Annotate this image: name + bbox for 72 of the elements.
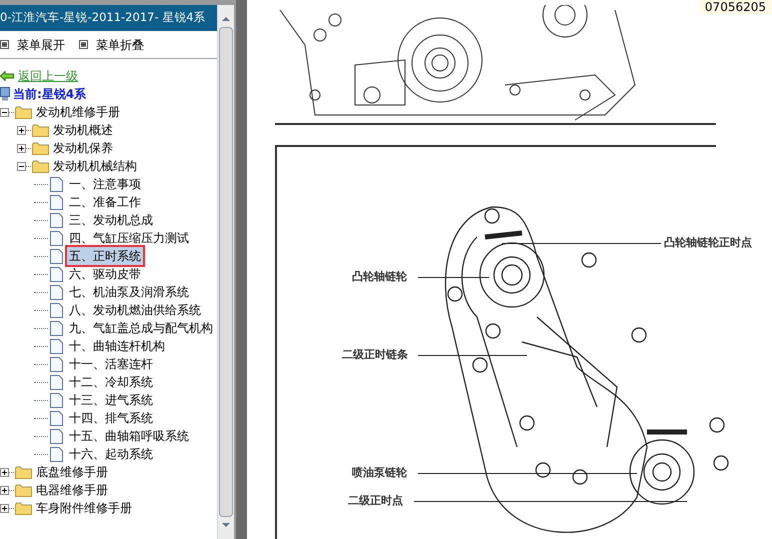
folder-icon bbox=[15, 502, 32, 514]
scroll-up-icon[interactable] bbox=[222, 17, 230, 21]
folder-icon bbox=[32, 142, 49, 154]
tree-folder[interactable]: 发动机机械结构 bbox=[53, 157, 137, 175]
expand-icon[interactable] bbox=[17, 144, 26, 152]
tree-item[interactable]: 一、注意事项 bbox=[67, 175, 143, 193]
page-icon bbox=[50, 428, 63, 444]
page-code: 07056205 bbox=[698, 0, 772, 14]
page-icon bbox=[50, 248, 63, 264]
page-icon bbox=[50, 284, 63, 300]
back-arrow-icon bbox=[0, 71, 14, 81]
tree-folder[interactable]: 电器维修手册 bbox=[36, 481, 108, 499]
diagram-label: 凸轮轴链轮 bbox=[352, 269, 407, 285]
folder-icon bbox=[32, 124, 49, 136]
menu-button[interactable]: 菜单展开 bbox=[0, 36, 65, 54]
page-icon bbox=[50, 320, 63, 336]
page-icon bbox=[50, 374, 63, 390]
page-icon bbox=[50, 356, 63, 372]
diagram-label: 二级正时点 bbox=[348, 493, 403, 509]
tree-item[interactable]: 五、正时系统 bbox=[67, 247, 143, 265]
scroll-down-icon[interactable] bbox=[222, 523, 230, 527]
tree-item[interactable]: 十二、冷却系统 bbox=[67, 373, 155, 391]
scrollbar[interactable] bbox=[217, 5, 234, 539]
page-icon bbox=[50, 266, 63, 282]
tree-item[interactable]: 六、驱动皮带 bbox=[67, 265, 143, 283]
computer-icon bbox=[0, 87, 10, 101]
folder-icon bbox=[15, 106, 32, 118]
page-icon bbox=[50, 446, 63, 462]
page-icon bbox=[50, 392, 63, 408]
expand-icon[interactable] bbox=[0, 504, 9, 512]
expand-icon[interactable] bbox=[17, 126, 26, 134]
diagram-label: 喷油泵链轮 bbox=[352, 465, 407, 481]
expand-icon[interactable] bbox=[0, 486, 9, 494]
tree-item[interactable]: 十三、进气系统 bbox=[67, 391, 155, 409]
tree-folder[interactable]: 车身附件维修手册 bbox=[36, 499, 132, 517]
folder-icon bbox=[32, 160, 49, 172]
diagram-label: 二级正时链条 bbox=[342, 347, 408, 363]
tree-item[interactable]: 二、准备工作 bbox=[67, 193, 143, 211]
page-icon bbox=[50, 302, 63, 318]
tree-item[interactable]: 十五、曲轴箱呼吸系统 bbox=[67, 427, 191, 445]
tree-folder[interactable]: 发动机概述 bbox=[53, 121, 113, 139]
current-location: 当前:星锐4系 bbox=[13, 86, 86, 103]
tree-item[interactable]: 三、发动机总成 bbox=[67, 211, 155, 229]
folder-icon bbox=[15, 484, 32, 496]
tree-item[interactable]: 十、曲轴连杆机构 bbox=[67, 337, 167, 355]
folder-icon bbox=[15, 466, 32, 478]
page-icon bbox=[50, 410, 63, 426]
back-link[interactable]: 返回上一级 bbox=[18, 67, 78, 85]
tree-item[interactable]: 十四、排气系统 bbox=[67, 409, 155, 427]
expand-icon[interactable] bbox=[0, 468, 9, 476]
diagram-label: 凸轮轴链轮正时点 bbox=[664, 235, 752, 251]
tree-folder[interactable]: 发动机保养 bbox=[53, 139, 113, 157]
collapse-icon[interactable] bbox=[0, 108, 9, 116]
tree-item[interactable]: 七、机油泵及润滑系统 bbox=[67, 283, 191, 301]
tree-folder[interactable]: 发动机维修手册 bbox=[36, 103, 120, 121]
page-icon bbox=[50, 212, 63, 228]
tree-item[interactable]: 九、气缸盖总成与配气机构 bbox=[67, 319, 215, 337]
page-icon bbox=[50, 176, 63, 192]
page-icon bbox=[50, 230, 63, 246]
collapse-icon[interactable] bbox=[17, 162, 26, 170]
tree-item[interactable]: 十一、活塞连杆 bbox=[67, 355, 155, 373]
tree-item[interactable]: 八、发动机燃油供给系统 bbox=[67, 301, 203, 319]
window-title: 0-江淮汽车-星锐-2011-2017- 星锐4系 bbox=[0, 5, 217, 31]
menu-button[interactable]: 菜单折叠 bbox=[79, 36, 144, 54]
page-icon bbox=[50, 194, 63, 210]
list-icon bbox=[79, 40, 88, 49]
tree-folder[interactable]: 底盘维修手册 bbox=[36, 463, 108, 481]
tree-item[interactable]: 十六、起动系统 bbox=[67, 445, 155, 463]
tree-item[interactable]: 四、气缸压缩压力测试 bbox=[67, 229, 191, 247]
scrollbar-thumb[interactable] bbox=[219, 27, 233, 517]
page-icon bbox=[50, 338, 63, 354]
leader-line bbox=[418, 277, 489, 278]
